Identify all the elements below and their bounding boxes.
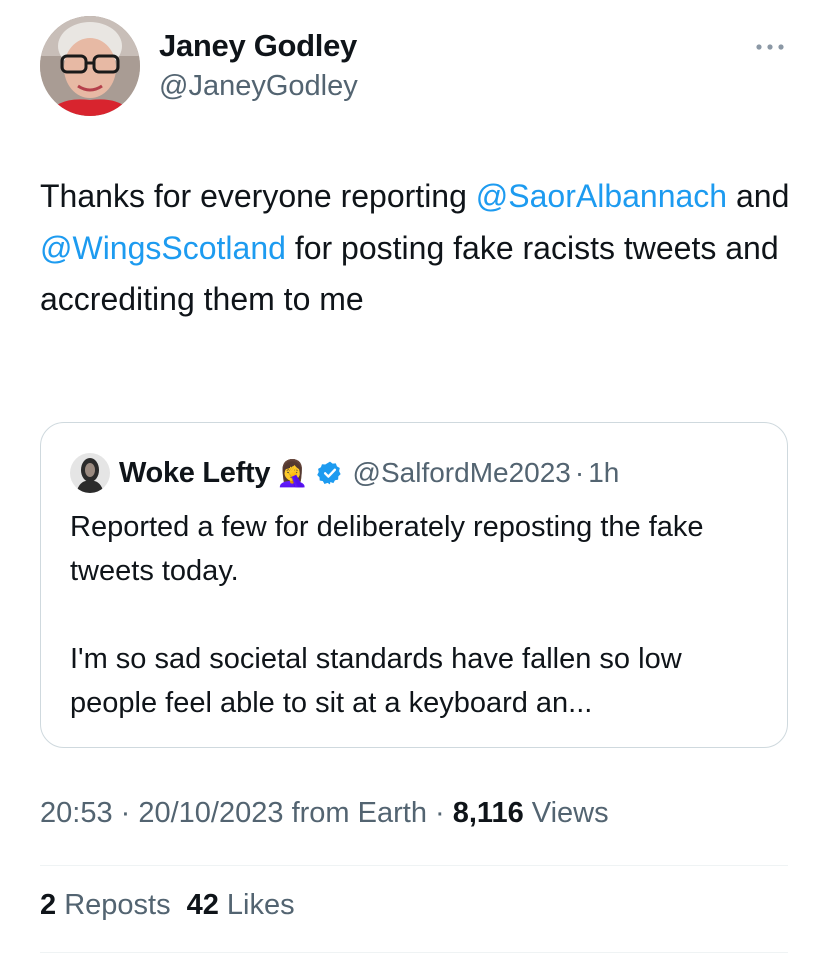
quoted-author-avatar[interactable] [70, 453, 110, 493]
quoted-tweet-header: Woke Lefty 🤦‍♀️ @SalfordMe2023 · 1h [70, 453, 619, 493]
quoted-author-handle[interactable]: @SalfordMe2023 [353, 457, 571, 489]
verified-badge-icon [316, 460, 343, 486]
tweet-text-part: and [727, 178, 790, 214]
quoted-author-display-name[interactable]: Woke Lefty [119, 457, 270, 490]
likes-label: Likes [218, 889, 295, 921]
separator-dot: · [112, 797, 139, 829]
tweet-meta: 20:53 · 20/10/2023 from Earth · 8,116 Vi… [40, 797, 609, 830]
mention-link[interactable]: @WingsScotland [40, 230, 286, 266]
author-display-name[interactable]: Janey Godley [159, 26, 358, 66]
views-label: Views [523, 797, 609, 829]
more-horizontal-icon [756, 44, 784, 50]
tweet-header: Janey Godley @JaneyGodley [40, 16, 790, 118]
facepalm-emoji: 🤦‍♀️ [276, 458, 309, 488]
mention-link[interactable]: @SaorAlbannach [476, 178, 727, 214]
author-avatar[interactable] [40, 16, 140, 116]
engagement-stats: 2 Reposts 42 Likes [40, 889, 295, 922]
tweet-detail: Janey Godley @JaneyGodley Thanks for eve… [0, 0, 828, 961]
more-options-button[interactable] [750, 36, 790, 58]
views-count: 8,116 [452, 797, 524, 829]
tweet-text: Thanks for everyone reporting @SaorAlban… [40, 171, 790, 326]
likes-stat-link[interactable]: 42 Likes [187, 889, 295, 921]
tweet-date[interactable]: 20/10/2023 [138, 797, 283, 829]
author-names: Janey Godley @JaneyGodley [159, 26, 358, 106]
likes-count: 42 [186, 889, 219, 921]
quoted-tweet-paragraph: Reported a few for deliberately repostin… [70, 511, 704, 587]
quoted-tweet-time[interactable]: 1h [588, 457, 619, 489]
separator-dot: · [426, 797, 453, 829]
separator-dot: · [574, 457, 585, 488]
divider [40, 865, 788, 866]
quoted-tweet-card[interactable]: Woke Lefty 🤦‍♀️ @SalfordMe2023 · 1h Repo… [40, 422, 788, 748]
quoted-tweet-paragraph: I'm so sad societal standards have falle… [70, 643, 682, 719]
reposts-stat-link[interactable]: 2 Reposts [40, 889, 171, 921]
tweet-text-part: Thanks for everyone reporting [40, 178, 476, 214]
divider [40, 952, 788, 953]
author-handle[interactable]: @JaneyGodley [159, 66, 358, 106]
quoted-tweet-text: Reported a few for deliberately repostin… [70, 505, 770, 725]
reposts-count: 2 [40, 889, 57, 921]
tweet-source: from Earth [283, 797, 427, 829]
tweet-time[interactable]: 20:53 [40, 797, 113, 829]
reposts-label: Reposts [56, 889, 171, 921]
